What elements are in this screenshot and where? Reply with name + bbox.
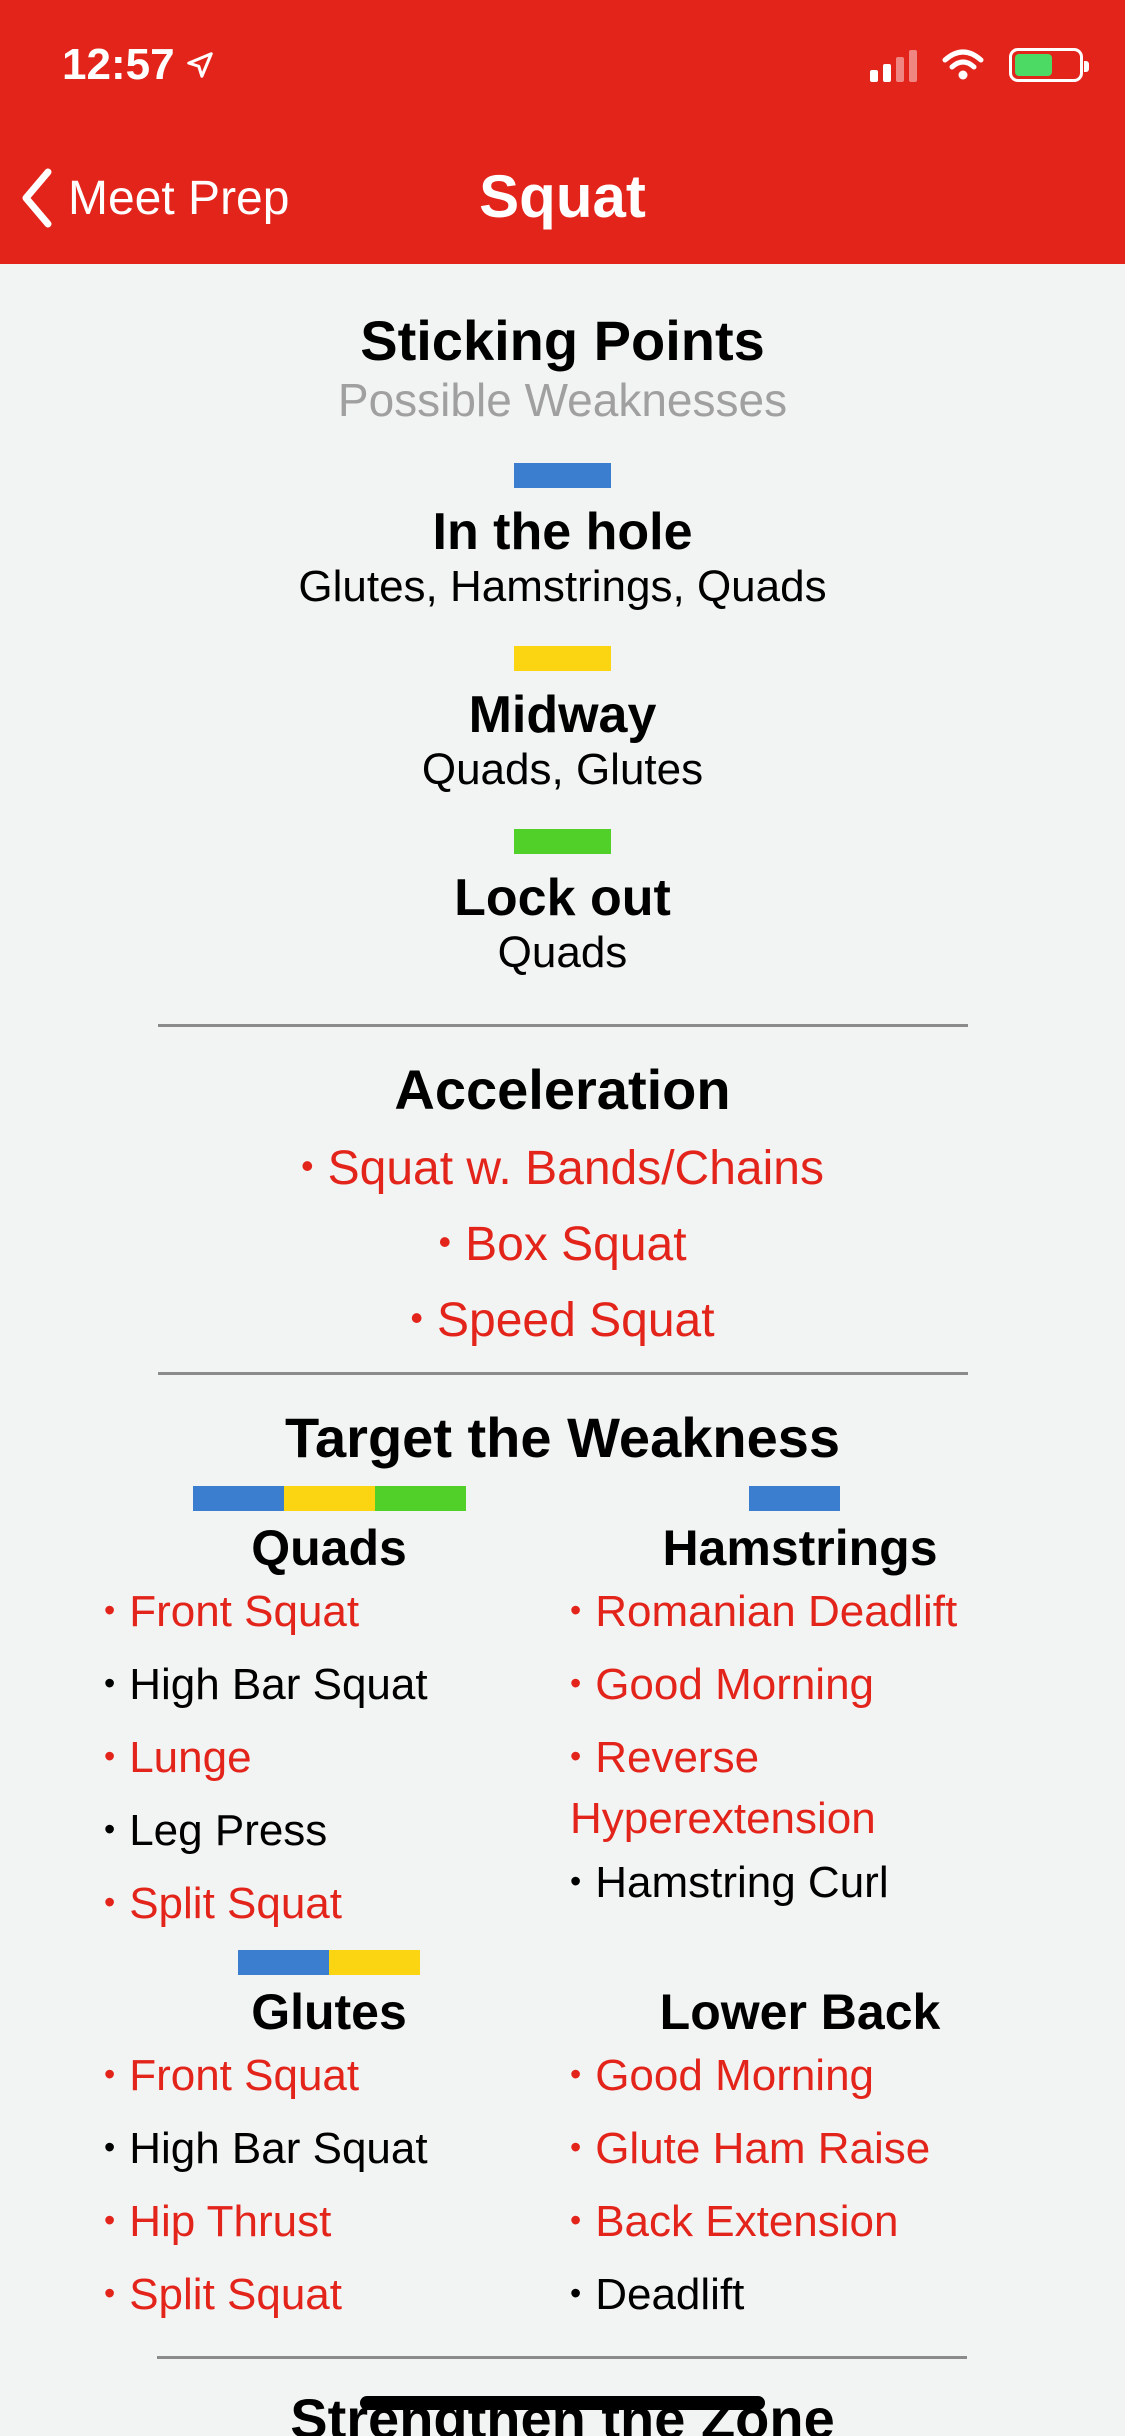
target-weakness-grid: Quads • Front Squat • High Bar Squat • Lung… [0,1470,1125,2330]
glutes-column: Glutes • Front Squat • High Bar Squat • Hip… [104,1950,564,2333]
sticking-points-subtitle: Possible Weaknesses [337,374,788,426]
phase-color-swatch [514,646,611,671]
quads-title: Quads [251,1520,407,1576]
divider [157,2356,967,2359]
hamstrings-list: • Romanian Deadlift • Good Morning • Revers… [570,1577,1030,1921]
battery-charging-icon [1009,48,1089,82]
phase-muscles: Quads [497,928,628,977]
phase-midway: Midway Quads, Glutes [0,646,1125,795]
exercise-item[interactable]: • Reverse Hyperextension [570,1723,1030,1848]
phase-lock-out: Lock out Quads [0,829,1125,978]
navigation-bar: 12:57 Meet Prep Squat [0,0,1125,264]
glutes-list: • Front Squat • High Bar Squat • Hip Thrust… [104,2041,564,2333]
phase-title: Lock out [454,869,671,927]
exercise-item: • Hamstring Curl [570,1858,889,1907]
status-time: 12:57 [62,40,215,90]
wifi-icon [942,49,984,80]
glutes-color-bars [94,1950,564,1975]
exercise-item[interactable]: • Back Extension [570,2187,1030,2260]
exercise-item[interactable]: • Split Squat [104,1869,564,1942]
exercise-item[interactable]: • Lunge [104,1723,564,1796]
status-time-label: 12:57 [62,40,175,89]
phase-muscles: Glutes, Hamstrings, Quads [298,562,827,611]
lower-back-list: • Good Morning • Glute Ham Raise • Back Ext… [570,2041,1030,2333]
sticking-points-title: Sticking Points [360,309,765,372]
hamstrings-title: Hamstrings [662,1520,938,1576]
content: Sticking Points Possible Weaknesses In t… [0,264,1125,2330]
exercise-item: • High Bar Squat [104,2124,428,2173]
exercise-item[interactable]: • Front Squat [104,1577,564,1650]
phase-color-swatch [514,463,611,488]
lower-back-column: Lower Back • Good Morning • Glute Ham Rais… [570,1950,1030,2333]
acceleration-list: Squat w. Bands/Chains Box Squat Speed Sq… [0,1132,1125,1360]
back-button[interactable]: Meet Prep [20,168,289,228]
exercise-item[interactable]: • Romanian Deadlift [570,1577,1030,1650]
quads-column: Quads • Front Squat • High Bar Squat • Lung… [104,1486,564,1942]
target-weakness-section: Target the Weakness [0,1375,1125,1470]
acceleration-title: Acceleration [394,1058,731,1121]
exercise-item: • Deadlift [570,2270,745,2319]
exercise-item: • Leg Press [104,1806,328,1855]
cellular-signal-icon [870,48,917,82]
phase-title: In the hole [432,503,693,561]
exercise-item[interactable]: • Hip Thrust [104,2187,564,2260]
quads-color-bars [94,1486,564,1511]
status-indicators [870,48,1089,82]
sticking-points-section: Sticking Points Possible Weaknesses In t… [0,264,1125,978]
quads-list: • Front Squat • High Bar Squat • Lunge • Leg… [104,1577,564,1942]
home-indicator[interactable] [360,2396,765,2410]
acceleration-item[interactable]: Box Squat [0,1208,1125,1284]
exercise-item: • High Bar Squat [104,1660,428,1709]
location-arrow-icon [186,52,213,78]
phase-color-swatch [514,829,611,854]
acceleration-section: Acceleration Squat w. Bands/Chains Box S… [0,1027,1125,1360]
exercise-item[interactable]: • Glute Ham Raise [570,2114,1030,2187]
glutes-title: Glutes [251,1984,407,2040]
exercise-item[interactable]: • Good Morning [570,1650,1030,1723]
hamstrings-color-bars [558,1486,1030,1511]
phase-title: Midway [468,686,657,744]
phase-muscles: Quads, Glutes [421,745,704,794]
chevron-left-icon [22,168,52,228]
back-button-label: Meet Prep [68,171,290,225]
exercise-item[interactable]: • Good Morning [570,2041,1030,2114]
lower-back-title: Lower Back [659,1984,941,2040]
target-weakness-title: Target the Weakness [284,1406,841,1469]
exercise-item[interactable]: • Split Squat [104,2260,564,2333]
acceleration-item[interactable]: Squat w. Bands/Chains [0,1132,1125,1208]
acceleration-item[interactable]: Speed Squat [0,1284,1125,1360]
strengthen-zone-title: Strengthen the Zone [290,2387,835,2436]
exercise-item[interactable]: • Front Squat [104,2041,564,2114]
phase-in-the-hole: In the hole Glutes, Hamstrings, Quads [0,463,1125,612]
hamstrings-column: Hamstrings • Romanian Deadlift • Good Morn… [570,1486,1030,1921]
